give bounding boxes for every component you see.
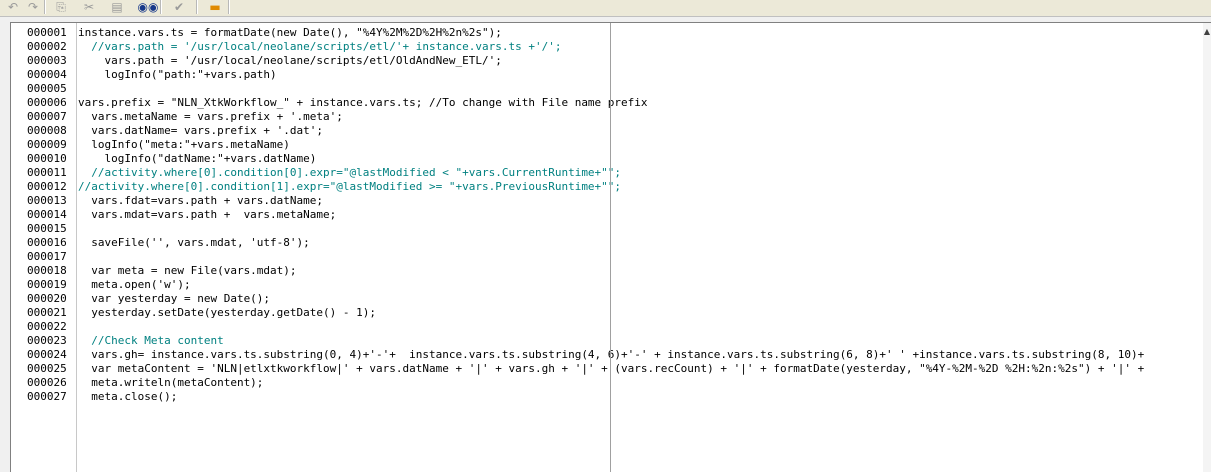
line-number: 000017 xyxy=(27,250,67,263)
line-number: 000020 xyxy=(27,292,67,305)
line-number: 000021 xyxy=(27,306,67,319)
toolbar-separator xyxy=(196,0,198,14)
copy-icon: ⎘ xyxy=(56,0,66,14)
code-line[interactable]: logInfo("path:"+vars.path) xyxy=(78,68,276,82)
check-icon: ✔ xyxy=(173,0,185,14)
line-number: 000015 xyxy=(27,222,67,235)
cut-button[interactable]: ✂ xyxy=(80,0,98,14)
line-number: 000019 xyxy=(27,278,67,291)
code-line[interactable]: //activity.where[0].condition[1].expr="@… xyxy=(78,180,621,194)
code-line[interactable]: var yesterday = new Date(); xyxy=(78,292,270,306)
paste-icon: ▤ xyxy=(111,0,123,14)
code-line[interactable]: vars.metaName = vars.prefix + '.meta'; xyxy=(78,110,343,124)
code-line[interactable]: vars.datName= vars.prefix + '.dat'; xyxy=(78,124,323,138)
find-button[interactable]: ◉◉ xyxy=(136,0,160,14)
line-number: 000008 xyxy=(27,124,67,137)
line-number-gutter: 000001 000002 000003 000004 000005 000006 0000… xyxy=(11,23,77,472)
code-line[interactable]: meta.open('w'); xyxy=(78,278,190,292)
code-line[interactable]: //activity.where[0].condition[0].expr="@… xyxy=(78,166,621,180)
toolbar-separator xyxy=(160,0,162,14)
line-number: 000007 xyxy=(27,110,67,123)
redo-button[interactable]: ↷ xyxy=(24,0,42,14)
line-number: 000005 xyxy=(27,82,67,95)
line-number: 000018 xyxy=(27,264,67,277)
line-number: 000010 xyxy=(27,152,67,165)
toolbar-separator xyxy=(228,0,230,14)
line-number: 000004 xyxy=(27,68,67,81)
code-line[interactable]: logInfo("datName:"+vars.datName) xyxy=(78,152,316,166)
line-number: 000027 xyxy=(27,390,67,403)
cut-icon: ✂ xyxy=(83,0,95,14)
code-line[interactable]: vars.fdat=vars.path + vars.datName; xyxy=(78,194,323,208)
code-line[interactable]: meta.writeln(metaContent); xyxy=(78,376,263,390)
line-number: 000023 xyxy=(27,334,67,347)
line-number: 000001 xyxy=(27,26,67,39)
code-line[interactable]: vars.gh= instance.vars.ts.substring(0, 4… xyxy=(78,348,1144,362)
line-number: 000022 xyxy=(27,320,67,333)
line-number: 000024 xyxy=(27,348,67,361)
redo-icon: ↷ xyxy=(27,0,39,14)
line-number: 000006 xyxy=(27,96,67,109)
undo-icon: ↶ xyxy=(7,0,19,14)
script-editor[interactable]: 000001 000002 000003 000004 000005 000006 0000… xyxy=(10,22,1211,472)
code-line[interactable]: logInfo("meta:"+vars.metaName) xyxy=(78,138,290,152)
line-number: 000003 xyxy=(27,54,67,67)
code-line[interactable]: yesterday.setDate(yesterday.getDate() - … xyxy=(78,306,376,320)
insert-icon: ▬ xyxy=(209,0,221,14)
line-number: 000025 xyxy=(27,362,67,375)
line-number: 000009 xyxy=(27,138,67,151)
scroll-up-icon[interactable]: ▲ xyxy=(1204,27,1210,36)
line-number: 000012 xyxy=(27,180,67,193)
line-number: 000011 xyxy=(27,166,67,179)
code-line[interactable]: vars.mdat=vars.path + vars.metaName; xyxy=(78,208,336,222)
editor-toolbar: ↶ ↷ ⎘ ✂ ▤ ◉◉ ✔ ▬ xyxy=(0,0,1211,17)
code-line[interactable]: meta.close(); xyxy=(78,390,177,404)
line-number: 000014 xyxy=(27,208,67,221)
copy-button[interactable]: ⎘ xyxy=(52,0,70,14)
toolbar-separator xyxy=(44,0,46,14)
code-line[interactable]: var meta = new File(vars.mdat); xyxy=(78,264,296,278)
code-line[interactable]: //Check Meta content xyxy=(78,334,223,348)
line-number: 000002 xyxy=(27,40,67,53)
paste-button[interactable]: ▤ xyxy=(108,0,126,14)
code-line[interactable]: vars.prefix = "NLN_XtkWorkflow_" + insta… xyxy=(78,96,648,110)
undo-button[interactable]: ↶ xyxy=(4,0,22,14)
code-line[interactable]: saveFile('', vars.mdat, 'utf-8'); xyxy=(78,236,310,250)
print-margin-line xyxy=(610,23,611,472)
code-line[interactable]: vars.path = '/usr/local/neolane/scripts/… xyxy=(78,54,501,68)
line-number: 000016 xyxy=(27,236,67,249)
line-number: 000013 xyxy=(27,194,67,207)
validate-button[interactable]: ✔ xyxy=(170,0,188,14)
code-line[interactable]: instance.vars.ts = formatDate(new Date()… xyxy=(78,26,502,40)
code-line[interactable]: //vars.path = '/usr/local/neolane/script… xyxy=(78,40,561,54)
binoculars-icon: ◉◉ xyxy=(137,0,159,14)
vertical-scrollbar[interactable]: ▲ xyxy=(1203,23,1211,472)
insert-button[interactable]: ▬ xyxy=(206,0,224,14)
line-number: 000026 xyxy=(27,376,67,389)
code-line[interactable]: var metaContent = 'NLN|etlxtkworkflow|' … xyxy=(78,362,1144,376)
